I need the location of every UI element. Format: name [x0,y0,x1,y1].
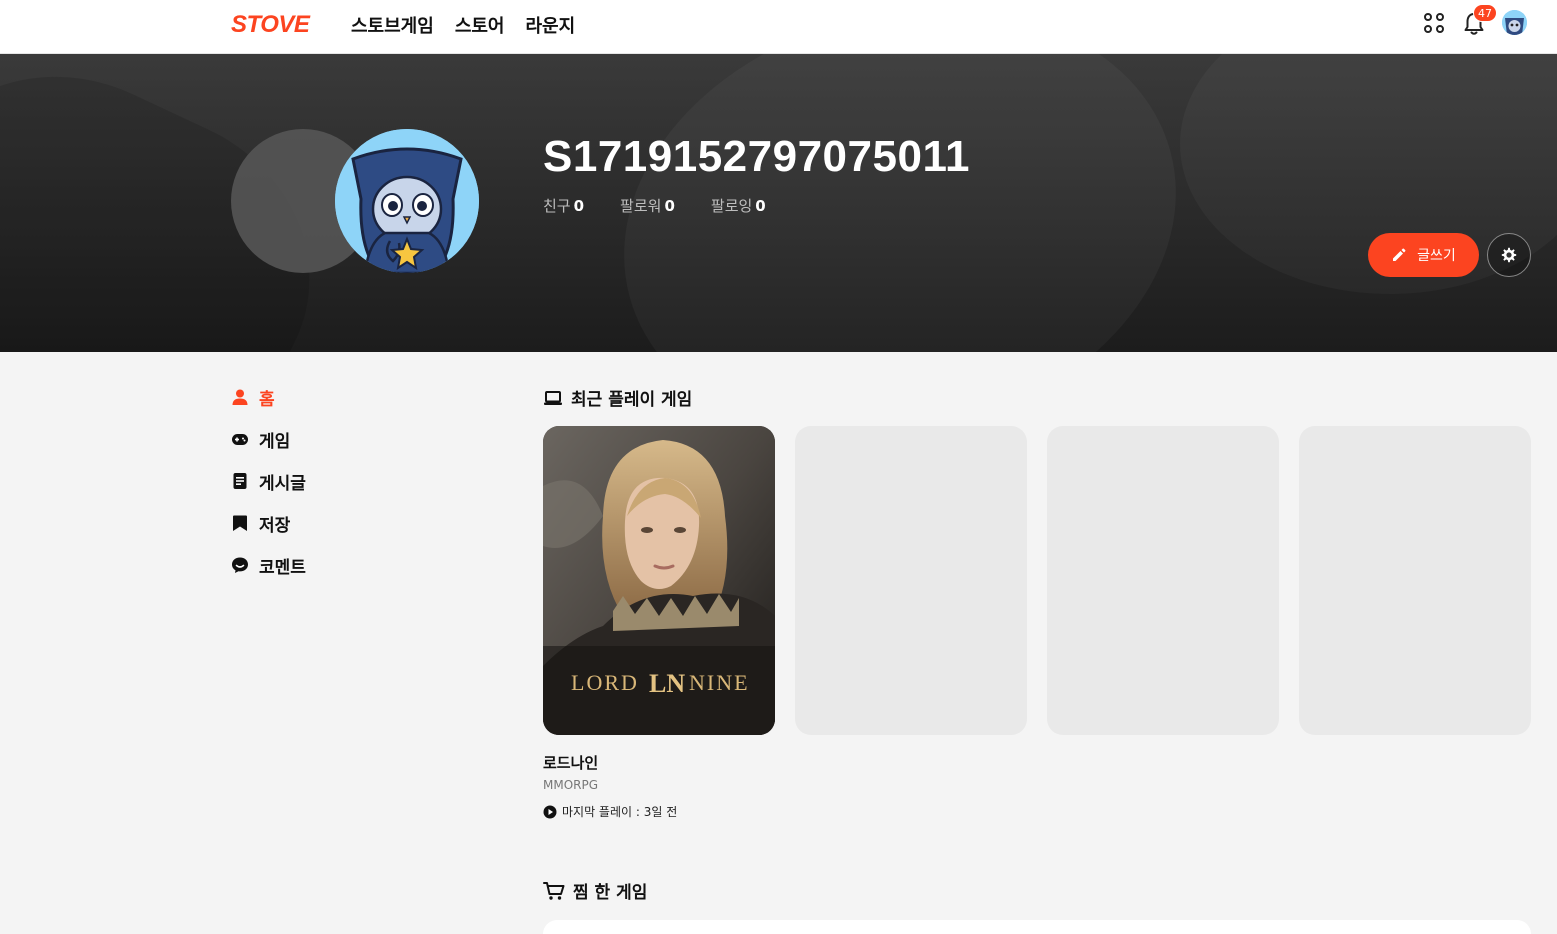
user-avatar[interactable] [1502,10,1527,35]
sidebar-item-label: 저장 [259,515,291,536]
svg-text:LN: LN [649,669,685,698]
stat-label: 친구 [543,197,571,215]
sidebar-item-label: 게임 [259,431,291,452]
notification-count-badge: 47 [1473,4,1497,22]
nav-item-lounge[interactable]: 라운지 [526,12,576,38]
person-icon [232,389,248,405]
stat-value: 0 [664,197,675,215]
gear-icon [1501,247,1517,263]
profile-stats: 친구 0 팔로워 0 팔로잉 0 [543,195,766,216]
svg-text:NINE: NINE [689,670,750,695]
write-post-button[interactable]: 글쓰기 [1368,233,1479,277]
top-navigation: STOVE 스토브게임 스토어 라운지 47 [0,0,1557,54]
stat-value: 0 [573,197,585,215]
bookmark-icon [233,515,247,531]
svg-text:LORD: LORD [571,670,639,695]
sidebar-item-label: 게시글 [259,473,306,494]
following-stat[interactable]: 팔로잉 0 [711,195,766,216]
document-icon [233,473,247,489]
apps-grid-icon[interactable] [1424,13,1444,33]
recent-games-list: LORD LN NINE [543,426,1531,735]
empty-game-slot [1299,426,1531,735]
game-card-lordnine[interactable]: LORD LN NINE [543,426,775,735]
nav-item-store[interactable]: 스토어 [455,12,505,38]
friends-stat[interactable]: 친구 0 [543,195,584,216]
settings-button[interactable] [1487,233,1531,277]
last-played-text: 마지막 플레이 : 3일 전 [562,805,678,819]
comment-icon [232,557,248,573]
last-played-info: 마지막 플레이 : 3일 전 [543,803,677,820]
game-genre: MMORPG [543,778,599,792]
gamepad-icon [232,434,248,445]
sidebar-item-label: 코멘트 [259,557,306,578]
recent-games-heading: 최근 플레이 게임 [543,385,692,410]
sidebar-item-posts[interactable]: 게시글 [231,468,306,494]
sidebar-item-comments[interactable]: 코멘트 [231,552,306,578]
profile-sidebar: 홈 게임 게시글 저장 코멘트 [231,384,306,594]
stat-label: 팔로잉 [710,197,753,215]
profile-avatar[interactable] [335,129,479,273]
wishlist-title: 찜 한 게임 [573,883,648,903]
game-cover-image: LORD LN NINE [543,426,775,735]
profile-username: S1719152797075011 [543,132,970,181]
sidebar-item-home[interactable]: 홈 [231,384,306,410]
stat-label: 팔로워 [620,197,662,215]
recent-games-title: 최근 플레이 게임 [571,390,693,410]
profile-hero-banner: S1719152797075011 친구 0 팔로워 0 팔로잉 0 글쓰기 [0,54,1557,352]
sidebar-item-label: 홈 [259,389,275,410]
empty-game-slot [1047,426,1279,735]
empty-game-slot [795,426,1027,735]
nav-item-stove-games[interactable]: 스토브게임 [351,12,434,38]
wishlist-container [543,920,1531,934]
sidebar-item-saved[interactable]: 저장 [231,510,306,536]
game-title[interactable]: 로드나인 [543,752,598,773]
sidebar-item-games[interactable]: 게임 [231,426,306,452]
followers-stat[interactable]: 팔로워 0 [620,195,675,216]
laptop-icon [544,390,562,405]
stove-logo[interactable]: STOVE [231,11,310,39]
play-circle-icon [543,805,557,818]
write-button-label: 글쓰기 [1417,247,1456,263]
main-nav: 스토브게임 스토어 라운지 [351,12,575,38]
wishlist-heading: 찜 한 게임 [543,878,647,903]
stat-value: 0 [755,197,766,215]
cart-icon [543,881,565,900]
pencil-icon [1393,248,1406,261]
